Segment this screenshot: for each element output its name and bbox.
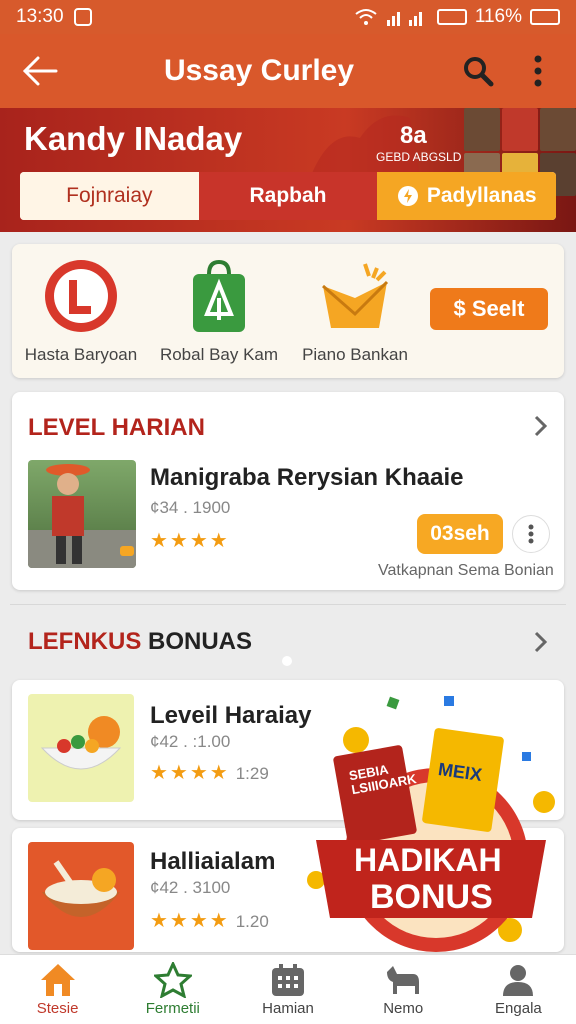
back-arrow-icon [22, 56, 58, 86]
app-bar: Ussay Curley [0, 34, 576, 108]
rice-bowl-icon [42, 860, 120, 917]
page-title: Ussay Curley [163, 54, 355, 87]
star-icon [153, 962, 192, 998]
rating-value: 1.20 [235, 912, 269, 931]
wifi-icon [355, 9, 377, 25]
search-button[interactable] [448, 41, 508, 101]
promo-title-line2: BONUS [370, 878, 493, 916]
person-photo-icon [28, 464, 136, 568]
level-harian-card: LEVEL HARIAN Manigraba Rerysian Khaaie ¢… [12, 392, 564, 590]
nav-item-home[interactable]: Stesie [0, 955, 115, 1024]
quick-actions-card: Hasta Baryoan Robal Bay Kam Piano Bankan… [12, 244, 564, 378]
home-icon [40, 964, 75, 996]
level-item-subtitle: Vatkapnan Sema Bonian [378, 562, 554, 579]
bonus-item-title: Leveil Haraiay [150, 702, 312, 729]
level-item-price: ¢34 . 1900 [150, 498, 231, 517]
nav-label: Engala [495, 1000, 542, 1017]
bonus-promo-badge[interactable]: SEBIA LSIIIOARK MEIX HADIKAH BONUS [296, 690, 562, 952]
avatar [502, 108, 538, 151]
app-notification-icon [73, 8, 92, 26]
tab-padyllanas-label: Padyllanas [426, 184, 537, 207]
tab-rapbah[interactable]: Rapbah [198, 172, 378, 220]
status-time: 13:30 [16, 6, 64, 27]
tab-padyllanas[interactable]: Padyllanas [377, 172, 556, 220]
nav-label: Stesie [36, 1000, 79, 1017]
hero-code: 8a [400, 122, 427, 149]
quick-action-label: Robal Bay Kam [159, 345, 279, 364]
back-button[interactable] [10, 41, 70, 101]
bonus-heading-dark: BONUAS [148, 628, 253, 655]
nav-item-nemo[interactable]: Nemo [346, 955, 461, 1024]
promo-title-line1: HADIKAH [354, 842, 502, 878]
bottom-nav: Stesie Fermetii Hamian Nemo Engala [0, 954, 576, 1024]
quick-action-piano[interactable]: Piano Bankan [290, 258, 420, 365]
bonus-item-rating: ★★★★ 1.20 [150, 908, 269, 933]
more-vertical-icon [534, 55, 542, 87]
bonus-heading-red: LEFNKUS [28, 628, 142, 655]
level-harian-heading: LEVEL HARIAN [28, 414, 205, 441]
animal-icon [387, 966, 420, 994]
hero-code-sub: GEBD ABGSLD [376, 150, 462, 164]
fruit-bowl-icon [40, 716, 122, 770]
nav-label: Hamian [262, 1000, 314, 1017]
bonus-item-title: Halliaialam [150, 848, 276, 875]
bonus-item-thumbnail [28, 842, 134, 950]
quick-action-label: Hasta Baryoan [24, 345, 138, 364]
quick-action-hasta[interactable]: Hasta Baryoan [16, 258, 146, 365]
nav-label: Fermetii [145, 1000, 200, 1017]
hero-name: Kandy INaday [24, 120, 243, 157]
section-divider [10, 604, 566, 605]
bonus-item-price: ¢42 . 3100 [150, 878, 231, 897]
quick-action-label: Piano Bankan [302, 345, 408, 364]
gift-box-icon [322, 263, 389, 328]
avatar [464, 108, 500, 151]
nav-item-calendar[interactable]: Hamian [230, 955, 345, 1024]
quick-action-robal[interactable]: Robal Bay Kam [154, 258, 284, 365]
seek-button[interactable]: $ Seelt [430, 288, 548, 330]
battery-level: 116% [474, 6, 522, 27]
shopping-bag-icon [193, 259, 245, 332]
search-icon [464, 57, 494, 87]
lightning-icon [397, 186, 418, 206]
battery-outline-icon [530, 9, 560, 25]
more-vertical-icon [528, 524, 534, 544]
page-indicator-dot [282, 656, 292, 666]
signal-icon [386, 12, 422, 26]
rating-value: 1:29 [235, 764, 269, 783]
level-item-thumbnail[interactable] [28, 460, 136, 568]
l-circle-icon [45, 260, 117, 332]
nav-item-favorites[interactable]: Fermetii [115, 955, 230, 1024]
status-bar: 13:30 116% [0, 0, 576, 34]
profile-icon [503, 965, 534, 996]
nav-item-profile[interactable]: Engala [461, 955, 576, 1024]
chevron-right-icon[interactable] [528, 630, 552, 654]
star-rating-icon: ★★★★ [150, 530, 230, 552]
level-item-rating: ★★★★ [150, 528, 230, 553]
hero-tabs: Fojnraiay Rapbah Padyllanas [20, 172, 556, 220]
level-item-title[interactable]: Manigraba Rerysian Khaaie [150, 464, 463, 492]
level-item-more-button[interactable] [512, 515, 550, 553]
tab-fojnraiay[interactable]: Fojnraiay [20, 172, 199, 220]
bonus-item-thumbnail [28, 694, 134, 802]
bonus-item-rating: ★★★★ 1:29 [150, 760, 269, 785]
chevron-right-icon[interactable] [528, 414, 552, 438]
level-item-action-button[interactable]: 03seh [417, 514, 503, 554]
bonus-item-price: ¢42 . :1.00 [150, 732, 231, 751]
battery-icon [436, 9, 467, 25]
avatar [540, 108, 576, 151]
calendar-icon [272, 964, 304, 996]
nav-label: Nemo [383, 1000, 424, 1017]
star-rating-icon: ★★★★ [150, 910, 230, 932]
star-rating-icon: ★★★★ [150, 762, 230, 784]
overflow-menu-button[interactable] [508, 41, 568, 101]
bonus-section-heading: LEFNKUS BONUAS [28, 628, 252, 656]
